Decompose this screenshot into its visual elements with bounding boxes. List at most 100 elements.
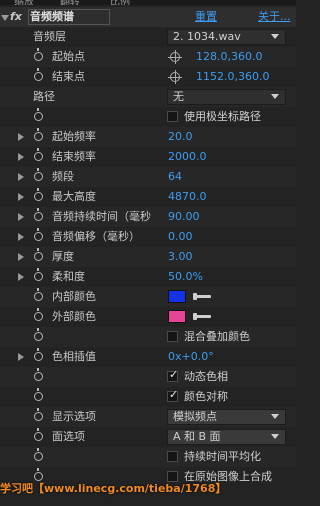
prop-audio-offset: 音频偏移（毫秒） 0.00 [0,227,296,247]
expand-triangle-icon[interactable] [18,273,24,281]
expand-triangle-icon[interactable] [18,133,24,141]
expand-triangle-icon[interactable] [18,253,24,261]
stopwatch-icon[interactable] [34,168,43,181]
color-symmetry-checkbox[interactable]: ✓ [167,388,179,402]
path-dropdown[interactable]: 无 [167,89,286,105]
stopwatch-icon[interactable] [34,388,43,401]
audio-duration-value[interactable]: 90.00 [168,207,200,227]
prop-softness: 柔和度 50.0% [0,267,296,287]
prop-hue-interp: 色相插值 0x+0.0° [0,347,296,367]
prop-label: 外部颜色 [52,310,96,323]
checkbox-label: 动态色相 [184,370,228,383]
softness-value[interactable]: 50.0% [168,267,203,287]
about-link[interactable]: 关于... [258,7,291,27]
thickness-value[interactable]: 3.00 [168,247,193,267]
checkbox-label: 混合叠加颜色 [184,330,250,343]
bands-value[interactable]: 64 [168,167,182,187]
stopwatch-icon[interactable] [34,448,43,461]
outside-color-swatch[interactable] [168,310,186,323]
prop-label: 音频持续时间（毫秒 [52,210,151,223]
expand-triangle-icon[interactable] [18,173,24,181]
stopwatch-icon[interactable] [34,408,43,421]
effect-header: fx 音频频谱 重置 关于... [0,7,296,27]
top-strip: 缩放 翻转 比例 [0,0,296,5]
prop-face-options: 面选项 A 和 B 面 [0,427,296,447]
dynamic-hue-checkbox[interactable]: ✓ [167,368,178,382]
expand-triangle-icon[interactable] [18,153,24,161]
prop-label: 结束点 [52,70,85,83]
prop-label: 起始频率 [52,130,96,143]
effect-name[interactable]: 音频频谱 [30,7,74,27]
stopwatch-icon[interactable] [34,348,43,361]
prop-path: 路径 无 [0,87,296,107]
audio-layer-dropdown[interactable]: 2. 1034.wav [167,29,286,45]
expand-triangle-icon[interactable] [18,233,24,241]
prop-blend-overlap: 混合叠加颜色 [0,327,296,347]
collapse-triangle-icon[interactable] [1,15,9,21]
prop-thickness: 厚度 3.00 [0,247,296,267]
stopwatch-icon[interactable] [34,308,43,321]
inside-color-swatch[interactable] [168,290,186,303]
eyedropper-icon[interactable] [193,293,211,300]
display-options-dropdown[interactable]: 模拟频点 [167,409,286,425]
stopwatch-icon[interactable] [34,128,43,141]
stopwatch-icon[interactable] [34,268,43,281]
stopwatch-icon[interactable] [34,328,43,341]
expand-triangle-icon[interactable] [18,353,24,361]
prop-label: 内部颜色 [52,290,96,303]
prop-outside-color: 外部颜色 [0,307,296,327]
top-strip-item: 翻转 [60,0,80,5]
expand-triangle-icon[interactable] [18,193,24,201]
stopwatch-icon[interactable] [34,48,43,61]
start-freq-value[interactable]: 20.0 [168,127,193,147]
prop-inside-color: 内部颜色 [0,287,296,307]
prop-display-options: 显示选项 模拟频点 [0,407,296,427]
prop-polar-path: 使用极坐标路径 [0,107,296,127]
end-freq-value[interactable]: 2000.0 [168,147,207,167]
stopwatch-icon[interactable] [34,248,43,261]
prop-start-point: 起始点 128.0,360.0 [0,47,296,67]
prop-bands: 频段 64 [0,167,296,187]
prop-end-freq: 结束频率 2000.0 [0,147,296,167]
top-strip-item: 缩放 [14,0,34,5]
top-strip-item: 比例 [110,0,130,5]
prop-audio-duration: 音频持续时间（毫秒 90.00 [0,207,296,227]
duration-avg-checkbox[interactable] [167,451,178,462]
stopwatch-icon[interactable] [34,428,43,441]
expand-triangle-icon[interactable] [18,213,24,221]
prop-label: 柔和度 [52,270,85,283]
prop-end-point: 结束点 1152.0,360.0 [0,67,296,87]
eyedropper-icon[interactable] [193,313,211,320]
start-point-value[interactable]: 128.0,360.0 [196,47,262,67]
face-options-dropdown[interactable]: A 和 B 面 [167,429,286,445]
prop-label: 显示选项 [52,410,96,423]
stopwatch-icon[interactable] [34,228,43,241]
stopwatch-icon[interactable] [34,188,43,201]
stopwatch-icon[interactable] [34,208,43,221]
prop-duration-avg: 持续时间平均化 [0,447,296,467]
stopwatch-icon[interactable] [34,68,43,81]
prop-label: 路径 [33,90,55,103]
prop-label: 音频层 [33,30,66,43]
fx-toggle-icon[interactable]: fx [10,7,22,27]
stopwatch-icon[interactable] [34,288,43,301]
reset-link[interactable]: 重置 [195,7,217,27]
checkmark-icon: ✓ [169,388,179,401]
prop-dynamic-hue: ✓ 动态色相 [0,367,296,387]
blend-overlap-checkbox[interactable] [167,331,178,342]
crosshair-target-icon[interactable] [168,50,182,64]
stopwatch-icon[interactable] [34,108,43,121]
audio-offset-value[interactable]: 0.00 [168,227,193,247]
stopwatch-icon[interactable] [34,148,43,161]
prop-color-symmetry: ✓ 颜色对称 [0,387,296,407]
stopwatch-icon[interactable] [34,368,43,381]
hue-interp-value[interactable]: 0x+0.0° [168,347,214,367]
max-height-value[interactable]: 4870.0 [168,187,207,207]
crosshair-target-icon[interactable] [168,70,182,84]
polar-path-checkbox[interactable] [167,111,178,122]
prop-label: 起始点 [52,50,85,63]
checkbox-label: 持续时间平均化 [184,450,261,463]
end-point-value[interactable]: 1152.0,360.0 [196,67,269,87]
prop-label: 结束频率 [52,150,96,163]
prop-label: 最大高度 [52,190,96,203]
